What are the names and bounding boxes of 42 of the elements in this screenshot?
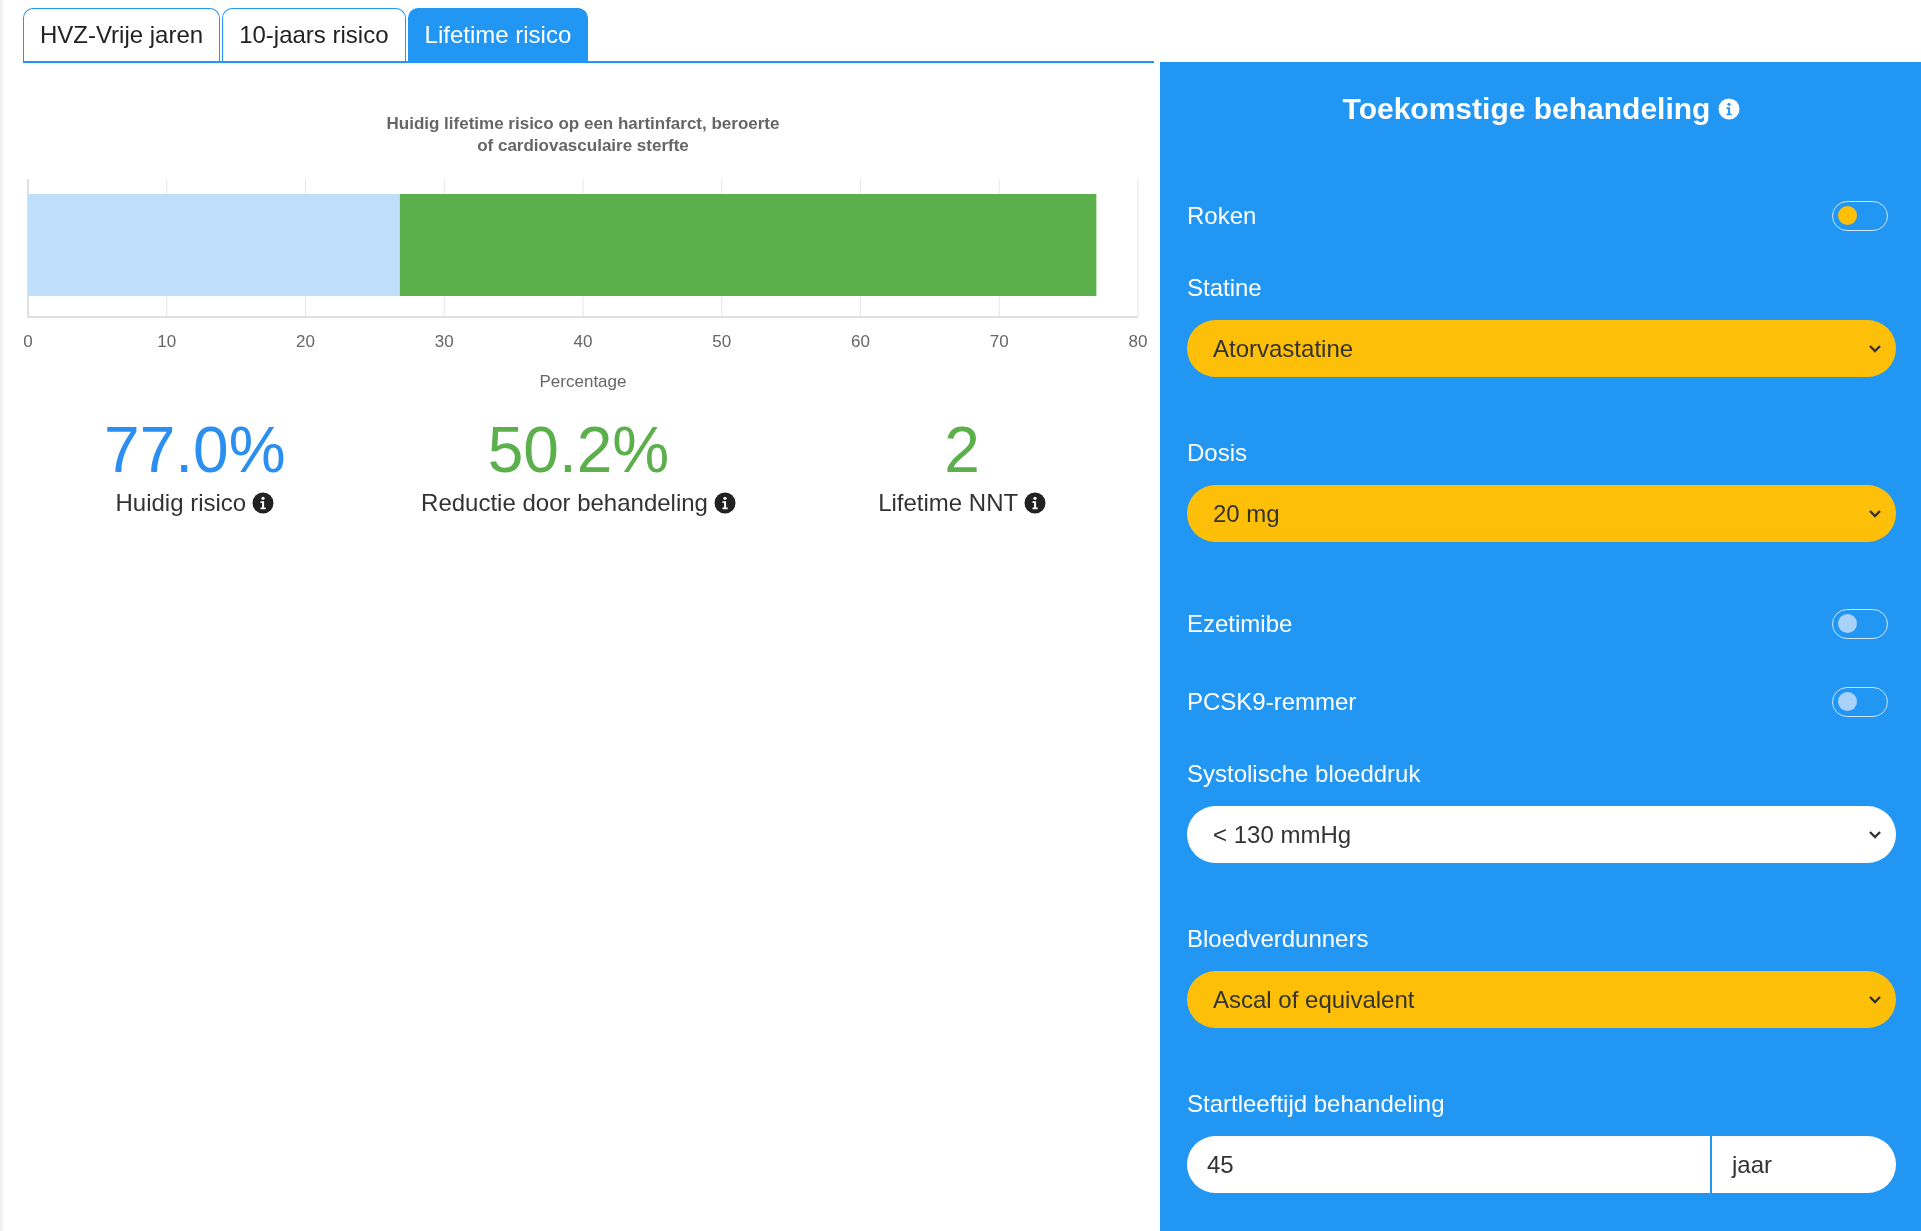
info-icon[interactable] [1024, 492, 1047, 515]
tick-label: 70 [989, 332, 1009, 351]
dropdown[interactable]: Atorvastatine [1187, 320, 1896, 377]
info-icon[interactable] [252, 492, 275, 515]
tick-label: 30 [434, 332, 454, 351]
chart-title: of cardiovasculaire sterfte [477, 136, 689, 155]
dropdown[interactable]: Ascal of equivalent [1187, 971, 1896, 1028]
dropdown[interactable]: < 130 mmHg [1187, 806, 1896, 863]
metric-value: 2 [944, 415, 980, 486]
input-field[interactable]: 45 [1187, 1136, 1710, 1193]
tick-label: 60 [851, 332, 870, 351]
metric-label: Huidig risico [115, 489, 247, 518]
tick-label: 80 [1128, 332, 1148, 351]
chevron-down-icon [1868, 508, 1882, 519]
metric-value: 77.0% [104, 415, 286, 486]
tick-label: 10 [157, 332, 177, 351]
tab[interactable]: 10-jaars risico [222, 8, 406, 61]
axis-label: Percentage [539, 372, 627, 391]
tick-label: 50 [712, 332, 732, 351]
tab[interactable]: HVZ-Vrije jaren [23, 8, 221, 61]
panel-title: Toekomstige behandeling [1342, 92, 1711, 126]
dropdown[interactable]: 20 mg [1187, 485, 1896, 542]
metric-value: 50.2% [487, 415, 670, 486]
field-label: Statine [1187, 274, 1263, 302]
metric-label: Lifetime NNT [878, 489, 1019, 518]
tick-label: 40 [573, 332, 593, 351]
chevron-down-icon [1868, 994, 1882, 1005]
tick-label: 20 [296, 332, 315, 351]
unit-label: jaar [1712, 1136, 1896, 1193]
tick-label: 0 [23, 332, 33, 351]
field-label: PCSK9-remmer [1187, 688, 1357, 716]
info-icon[interactable] [713, 492, 736, 515]
field-label: Systolische bloeddruk [1187, 760, 1422, 788]
field-label: Roken [1187, 202, 1257, 230]
chevron-down-icon [1868, 343, 1882, 354]
field-label: Bloedverdunners [1187, 925, 1370, 953]
chart-title: Huidig lifetime risico op een hartinfarct, beroerte [386, 114, 780, 133]
field-label: Startleeftijd behandeling [1187, 1090, 1446, 1118]
field-label: Dosis [1187, 439, 1248, 467]
metric-label: Reductie door behandeling [421, 489, 708, 518]
field-label: Ezetimibe [1187, 610, 1293, 638]
chevron-down-icon [1868, 829, 1882, 840]
